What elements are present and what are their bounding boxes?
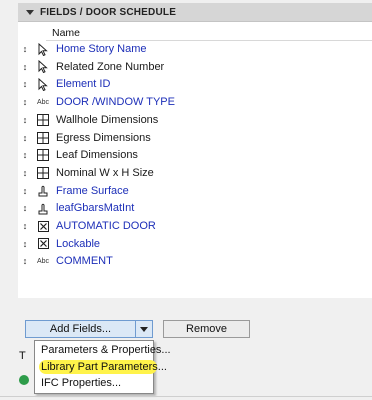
cursor-arrow-icon [34,76,52,92]
drag-handle-icon[interactable]: ↕ [18,75,32,93]
hand-brush-icon [34,200,52,216]
cursor-arrow-icon [34,59,52,75]
field-row[interactable]: ↕ Nominal W x H Size [18,164,372,182]
grid-frame-icon [34,130,52,146]
field-label: AUTOMATIC DOOR [56,220,156,232]
section-header[interactable]: FIELDS / DOOR SCHEDULE [18,3,372,22]
field-row[interactable]: ↕ Abc DOOR /WINDOW TYPE [18,93,372,111]
dropdown-arrow-icon[interactable] [135,321,152,337]
menu-item-library-part-parameters[interactable]: Library Part Parameters... [41,361,167,373]
field-row[interactable]: ↕ Home Story Name [18,40,372,58]
field-row[interactable]: ↕ Related Zone Number [18,58,372,76]
field-row[interactable]: ↕ Element ID [18,75,372,93]
drag-handle-icon[interactable]: ↕ [18,58,32,76]
fields-dialog: FIELDS / DOOR SCHEDULE Name ↕ Home Story … [0,0,372,400]
field-row[interactable]: ↕ leafGbarsMatInt [18,199,372,217]
abc-text-icon: Abc [36,257,50,265]
field-row[interactable]: ↕ Frame Surface [18,182,372,200]
field-label: Nominal W x H Size [56,166,154,179]
drag-handle-icon[interactable]: ↕ [18,235,32,253]
drag-handle-icon[interactable]: ↕ [18,164,32,182]
status-dot-icon [19,375,29,385]
grid-frame-icon [34,147,52,163]
menu-item-parameters-properties[interactable]: Parameters & Properties... [41,344,171,356]
drag-handle-icon[interactable]: ↕ [18,40,32,58]
section-title: FIELDS / DOOR SCHEDULE [40,6,177,18]
bottom-divider [0,396,372,397]
menu-item-ifc-properties[interactable]: IFC Properties... [41,377,121,389]
drag-handle-icon[interactable]: ↕ [18,111,32,129]
add-fields-menu: Parameters & Properties... Library Part … [34,340,171,394]
drag-handle-icon[interactable]: ↕ [18,182,32,200]
field-row[interactable]: ↕ AUTOMATIC DOOR [18,217,372,235]
grid-frame-icon [34,165,52,181]
field-label: Frame Surface [56,184,129,197]
drag-handle-icon[interactable]: ↕ [18,252,32,270]
collapse-arrow-icon[interactable] [26,9,34,15]
field-label: DOOR /WINDOW TYPE [56,96,175,109]
field-label: Lockable [56,237,101,250]
field-label: Home Story Name [56,43,147,55]
drag-handle-icon[interactable]: ↕ [18,129,32,147]
field-label: Egress Dimensions [56,131,151,144]
field-row[interactable]: ↕ Lockable [18,235,372,253]
field-label: COMMENT [56,255,113,268]
field-label: Related Zone Number [56,60,165,73]
drag-handle-icon[interactable]: ↕ [18,199,32,217]
checkbox-x-icon [34,218,52,234]
add-fields-label: Add Fields... [49,323,112,335]
checkbox-x-icon [34,236,52,252]
field-row[interactable]: ↕ Egress Dimensions [18,129,372,147]
side-label: T [19,350,26,362]
field-row[interactable]: ↕ Leaf Dimensions [18,146,372,164]
grid-frame-icon [34,112,52,128]
drag-handle-icon[interactable]: ↕ [18,217,32,235]
column-header-name[interactable]: Name [52,27,80,39]
cursor-arrow-icon [34,41,52,57]
abc-text-icon: Abc [36,98,50,106]
hand-brush-icon [34,183,52,199]
drag-handle-icon[interactable]: ↕ [18,146,32,164]
field-label: Element ID [56,78,111,91]
field-row[interactable]: ↕ Wallhole Dimensions [18,111,372,129]
fields-list-panel: Name ↕ Home Story Name ↕ Related Zone Numbe… [18,22,372,298]
field-label: Leaf Dimensions [56,149,138,162]
add-fields-button[interactable]: Add Fields... [25,320,153,338]
drag-handle-icon[interactable]: ↕ [18,93,32,111]
field-row[interactable]: ↕ Abc COMMENT [18,252,372,270]
field-label: leafGbarsMatInt [56,202,135,215]
remove-button[interactable]: Remove [163,320,250,338]
field-label: Wallhole Dimensions [56,113,159,126]
